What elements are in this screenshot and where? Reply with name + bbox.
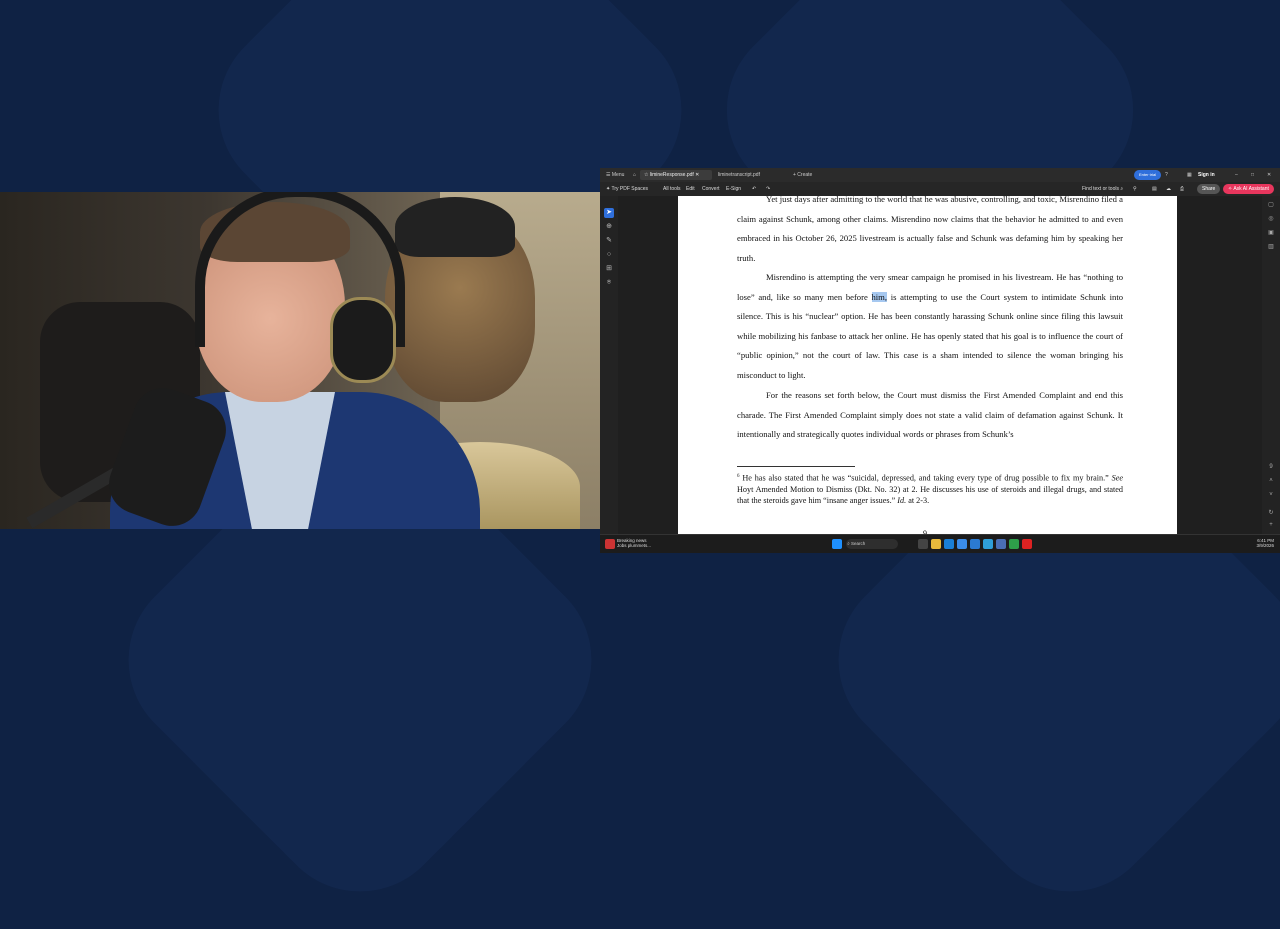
undo-icon[interactable]: ↶ xyxy=(752,184,756,194)
pdf-page: Yet just days after admitting to the wor… xyxy=(678,196,1177,534)
pen-icon[interactable]: ✎ xyxy=(604,236,614,246)
acrobat-icon[interactable] xyxy=(1022,539,1032,549)
windows-start-icon[interactable] xyxy=(832,539,842,549)
menu-button[interactable]: ☰ Menu xyxy=(602,170,628,180)
sign-in-button[interactable]: Sign in xyxy=(1194,170,1219,180)
mail-icon[interactable] xyxy=(983,539,993,549)
headphone-earcup xyxy=(330,297,396,383)
bookmark-icon[interactable]: ◎ xyxy=(1266,214,1276,224)
minimize-icon[interactable]: – xyxy=(1231,170,1242,180)
print-icon[interactable]: ⎙ xyxy=(1180,184,1184,194)
comment-icon[interactable]: ▢ xyxy=(1266,200,1276,210)
toolbar: ✦ Try PDF Spaces All tools Edit Convert … xyxy=(600,182,1280,196)
tool-edit[interactable]: Edit xyxy=(686,184,695,194)
stamp-icon[interactable]: ⍟ xyxy=(604,278,614,288)
home-icon[interactable]: ⌂ xyxy=(629,170,640,180)
page-up-icon[interactable]: ˄ xyxy=(1266,476,1276,486)
paragraph-1: Yet just days after admitting to the wor… xyxy=(737,196,1123,263)
lasso-icon[interactable]: ○ xyxy=(604,250,614,260)
pdf-spaces-button[interactable]: ✦ Try PDF Spaces xyxy=(606,184,648,194)
find-label: Find text or tools xyxy=(1082,186,1119,192)
pdf-reader-window: ☰ Menu ⌂ ☆ limineResponse.pdf ✕ liminetr… xyxy=(600,168,1280,553)
footnote-see: See xyxy=(1111,473,1123,483)
ai-assistant-button[interactable]: ✧ Ask AI Assistant xyxy=(1223,184,1274,194)
document-viewport[interactable]: Yet just days after admitting to the wor… xyxy=(618,196,1262,534)
close-icon[interactable]: ✕ xyxy=(1263,170,1275,180)
tab-document-2[interactable]: liminetranscript.pdf xyxy=(714,170,792,180)
attachments-icon[interactable]: ▥ xyxy=(1266,242,1276,252)
tab-label: liminetranscript.pdf xyxy=(718,172,760,178)
paragraph-3: For the reasons set forth below, the Cou… xyxy=(737,390,1123,440)
news-widget[interactable]: Breaking news Jobs plummets... xyxy=(617,538,651,548)
tab-document-active[interactable]: ☆ limineResponse.pdf ✕ xyxy=(640,170,712,180)
news-icon[interactable] xyxy=(605,539,615,549)
footnote-text-2: Hoyt Amended Motion to Dismiss (Dkt. No.… xyxy=(737,484,1123,505)
redo-icon[interactable]: ↷ xyxy=(766,184,770,194)
webcam-feed xyxy=(0,192,600,529)
footnote-text-3: at 2-3. xyxy=(906,495,930,505)
help-icon[interactable]: ? xyxy=(1161,170,1172,180)
page-down-icon[interactable]: ˅ xyxy=(1266,490,1276,500)
left-toolbar: ➤ ⊕ ✎ ○ ⊞ ⍟ xyxy=(600,196,618,534)
tab-label: limineResponse.pdf xyxy=(649,172,694,178)
ai-assistant-label: Ask AI Assistant xyxy=(1233,186,1269,192)
chrome-icon[interactable] xyxy=(1009,539,1019,549)
right-toolbar: ▢ ◎ ▣ ▥ 9 ˄ ˅ ↻ + xyxy=(1262,196,1280,534)
file-explorer-icon[interactable] xyxy=(931,539,941,549)
paragraph-2: Misrendino is attempting the very smear … xyxy=(737,268,1123,386)
save-icon[interactable]: ▤ xyxy=(1152,184,1157,194)
tool-esign[interactable]: E-Sign xyxy=(726,184,741,194)
read-icon[interactable]: ⚲ xyxy=(1133,184,1137,194)
outlook-icon[interactable] xyxy=(970,539,980,549)
app-icon[interactable] xyxy=(996,539,1006,549)
pages-icon[interactable]: ▣ xyxy=(1266,228,1276,238)
clock-date: 3/9/2026 xyxy=(1256,543,1274,548)
menu-label: Menu xyxy=(611,172,625,178)
maximize-icon[interactable]: □ xyxy=(1247,170,1258,180)
plush-cap xyxy=(395,197,515,257)
task-view-icon[interactable] xyxy=(918,539,928,549)
taskbar-search[interactable]: ⌕ Search xyxy=(846,539,898,549)
create-button[interactable]: + Create xyxy=(789,170,816,180)
text-box-icon[interactable]: ⊞ xyxy=(604,264,614,274)
refresh-icon[interactable]: ↻ xyxy=(1266,508,1276,518)
store-icon[interactable] xyxy=(957,539,967,549)
page-number-box[interactable]: 9 xyxy=(1266,462,1276,472)
edge-icon[interactable] xyxy=(944,539,954,549)
footnote-id: Id. xyxy=(897,495,907,505)
share-button[interactable]: Share xyxy=(1197,184,1221,194)
tab-bar: ☰ Menu ⌂ ☆ limineResponse.pdf ✕ liminetr… xyxy=(600,168,1280,182)
footnote-divider xyxy=(737,466,855,467)
highlighted-word[interactable]: him, xyxy=(871,291,888,302)
zoom-icon[interactable]: ⊕ xyxy=(604,222,614,232)
news-subtitle: Jobs plummets... xyxy=(617,543,652,548)
search-label: Search xyxy=(851,541,866,546)
tool-convert[interactable]: Convert xyxy=(702,184,720,194)
taskbar: Breaking news Jobs plummets... ⌕ Search 6… xyxy=(600,534,1280,553)
paragraph-2-end: is attempting to use the Court system to… xyxy=(737,291,1123,380)
footnote-text-1: He has also stated that he was “suicidal… xyxy=(739,473,1112,483)
footnote: 6 He has also stated that he was “suicid… xyxy=(737,471,1123,506)
find-tools-search[interactable]: Find text or tools ⌕ xyxy=(1082,184,1123,194)
select-cursor-icon[interactable]: ➤ xyxy=(604,208,614,218)
clock[interactable]: 6:41 PM 3/9/2026 xyxy=(1256,538,1274,548)
pdf-spaces-label: Try PDF Spaces xyxy=(611,186,649,192)
tool-all-tools[interactable]: All tools xyxy=(663,184,681,194)
trial-button[interactable]: Enter trial xyxy=(1134,170,1162,180)
zoom-in-icon[interactable]: + xyxy=(1266,520,1276,530)
cloud-icon[interactable]: ☁ xyxy=(1166,184,1171,194)
